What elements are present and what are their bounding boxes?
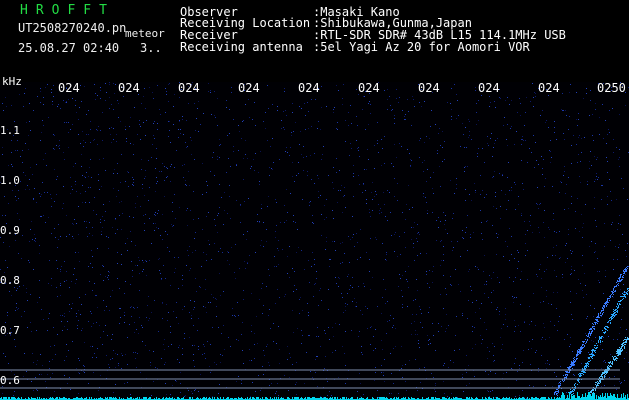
y-unit-label: kHz <box>2 75 22 88</box>
time-tick-label: 024 <box>418 81 440 95</box>
time-tick-label: 024 <box>58 81 80 95</box>
freq-tick-label: 0.7 <box>0 324 20 337</box>
time-tick-label: 024 <box>118 81 140 95</box>
file-name: UT2508270240.pn <box>18 21 127 35</box>
time-tick-label: 024 <box>538 81 560 95</box>
time-tick-label: 024 <box>358 81 380 95</box>
freq-tick-label: 1.0 <box>0 174 20 187</box>
antenna-value: :5el Yagi Az 20 for Aomori VOR <box>313 40 530 54</box>
time-tick-label: 024 <box>478 81 500 95</box>
freq-tick-label: 1.1 <box>0 124 20 137</box>
freq-tick-label: 0.6 <box>0 374 20 387</box>
time-tick-label: 024 <box>298 81 320 95</box>
meteor-count: 3.. <box>140 41 162 55</box>
time-tick-label: 0250 <box>597 81 626 95</box>
freq-tick-label: 0.8 <box>0 274 20 287</box>
app-logo: HROFFT <box>20 3 115 18</box>
freq-tick-label: 0.9 <box>0 224 20 237</box>
timestamp: 25.08.27 02:40 <box>18 41 120 55</box>
spectrogram <box>0 82 629 400</box>
time-tick-label: 024 <box>238 81 260 95</box>
antenna-label: Receiving antenna <box>180 40 303 54</box>
time-tick-label: 024 <box>178 81 200 95</box>
meteor-label: meteor <box>125 27 165 40</box>
